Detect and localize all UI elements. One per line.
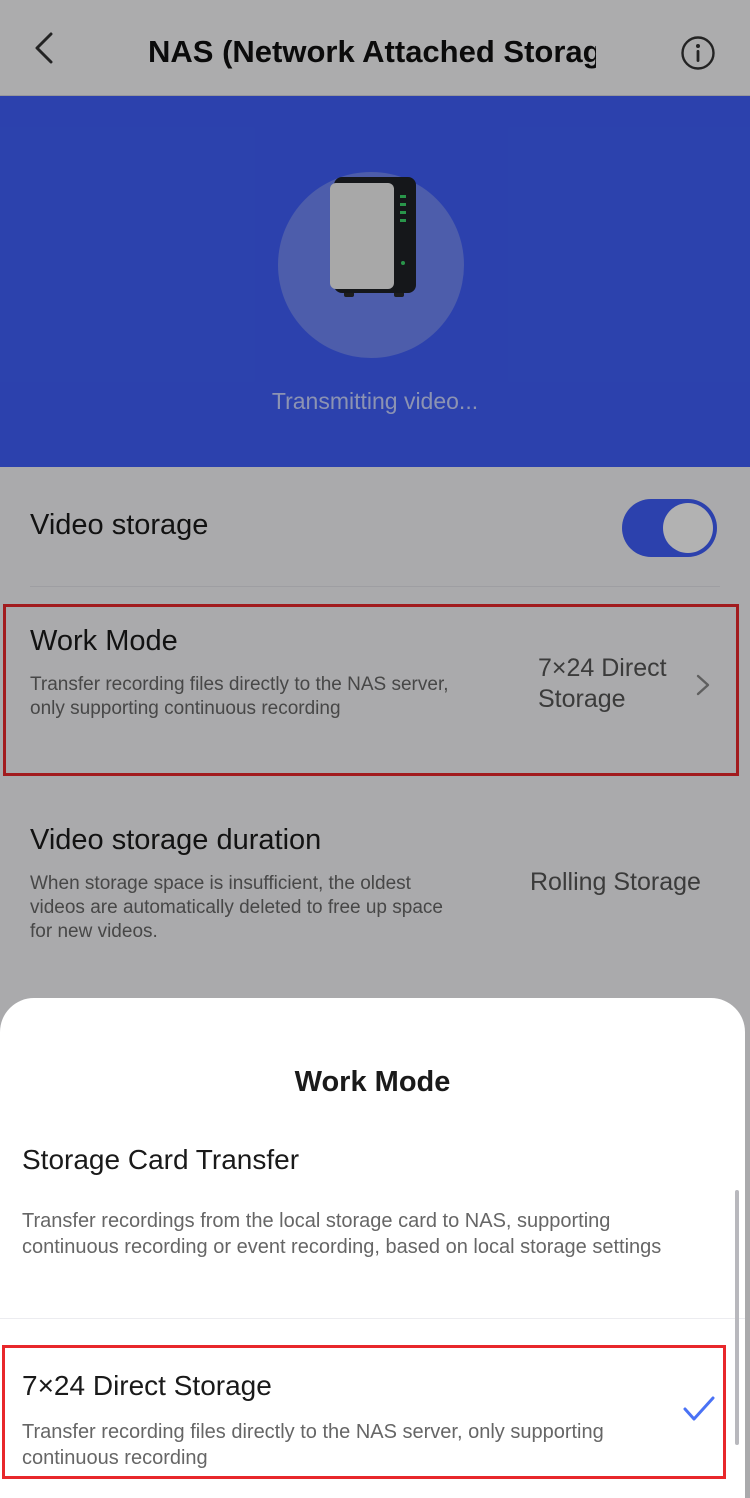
direct-storage-highlight [2,1345,726,1479]
sheet-title: Work Mode [294,1066,451,1098]
divider [0,1318,745,1319]
option-title: Storage Card Transfer [22,1144,300,1175]
option-description: Transfer recordings from the local stora… [22,1210,662,1258]
work-mode-sheet: Work Mode Storage Card Transfer Transfer… [0,998,745,1498]
option-storage-card-transfer[interactable]: Storage Card Transfer Transfer recording… [0,1138,745,1318]
sheet-scrollbar[interactable] [735,1190,739,1445]
